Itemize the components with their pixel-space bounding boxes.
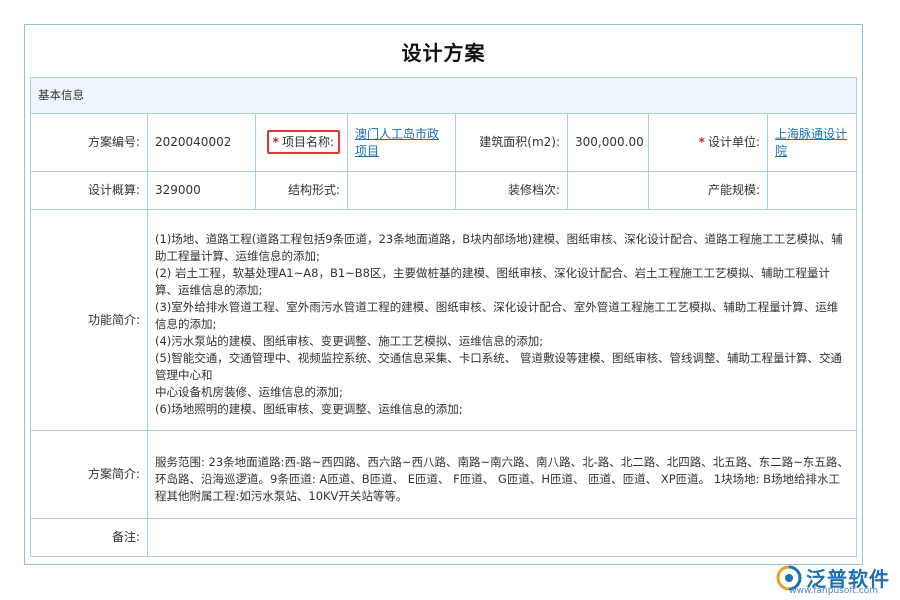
capacity-label: 产能规模:	[649, 172, 768, 210]
plan-no-value: 2020040002	[148, 114, 256, 172]
logo-url: www.fanpusoft.com	[789, 586, 878, 596]
decoration-label: 装修档次:	[456, 172, 568, 210]
budget-label: 设计概算:	[31, 172, 148, 210]
info-table: 基本信息 方案编号: 2020040002 *项目名称: 澳门人工岛市政项目 建…	[30, 77, 857, 557]
plan-intro-cell: 服务范围: 23条地面道路:西-路~西四路、西六路~西八路、南路~南六路、南八路…	[148, 431, 857, 519]
area-value: 300,000.00	[568, 114, 649, 172]
plan-no-label: 方案编号:	[31, 114, 148, 172]
capacity-value	[768, 172, 857, 210]
table-row: 备注:	[31, 519, 857, 557]
design-unit-link[interactable]: 上海脉通设计院	[775, 127, 847, 158]
project-name-label: 项目名称:	[282, 135, 334, 149]
remark-label: 备注:	[31, 519, 148, 557]
area-label: 建筑面积(m2):	[456, 114, 568, 172]
function-intro-cell: (1)场地、道路工程(道路工程包括9条匝道，23条地面道路，B块内部场地)建模、…	[148, 210, 857, 431]
project-name-cell: 澳门人工岛市政项目	[348, 114, 456, 172]
remark-value	[148, 519, 857, 557]
required-mark: *	[273, 135, 279, 149]
design-unit-cell: 上海脉通设计院	[768, 114, 857, 172]
table-row: 功能简介: (1)场地、道路工程(道路工程包括9条匝道，23条地面道路，B块内部…	[31, 210, 857, 431]
function-intro-label: 功能简介:	[31, 210, 148, 431]
table-row: 方案简介: 服务范围: 23条地面道路:西-路~西四路、西六路~西八路、南路~南…	[31, 431, 857, 519]
budget-value: 329000	[148, 172, 256, 210]
project-name-label-cell: *项目名称:	[256, 114, 348, 172]
plan-intro-label: 方案简介:	[31, 431, 148, 519]
design-unit-label: 设计单位:	[708, 135, 760, 149]
page-title: 设计方案	[25, 37, 862, 66]
function-intro-text: (1)场地、道路工程(道路工程包括9条匝道，23条地面道路，B块内部场地)建模、…	[155, 231, 849, 418]
structure-value	[348, 172, 456, 210]
project-name-highlight: *项目名称:	[267, 130, 340, 154]
structure-label: 结构形式:	[256, 172, 348, 210]
section-header-row: 基本信息	[31, 78, 857, 114]
decoration-value	[568, 172, 649, 210]
table-row: 方案编号: 2020040002 *项目名称: 澳门人工岛市政项目 建筑面积(m…	[31, 114, 857, 172]
project-name-link[interactable]: 澳门人工岛市政项目	[355, 127, 439, 158]
design-plan-panel: 设计方案 基本信息 方案编号: 2020040002 *项目名称: 澳门人工岛市…	[24, 24, 863, 565]
table-row: 设计概算: 329000 结构形式: 装修档次: 产能规模:	[31, 172, 857, 210]
plan-intro-text: 服务范围: 23条地面道路:西-路~西四路、西六路~西八路、南路~南六路、南八路…	[155, 454, 849, 505]
brand-logo: 泛普软件 www.fanpusoft.com	[776, 563, 890, 592]
required-mark: *	[699, 135, 705, 149]
design-unit-label-cell: *设计单位:	[649, 114, 768, 172]
section-title: 基本信息	[31, 78, 857, 114]
